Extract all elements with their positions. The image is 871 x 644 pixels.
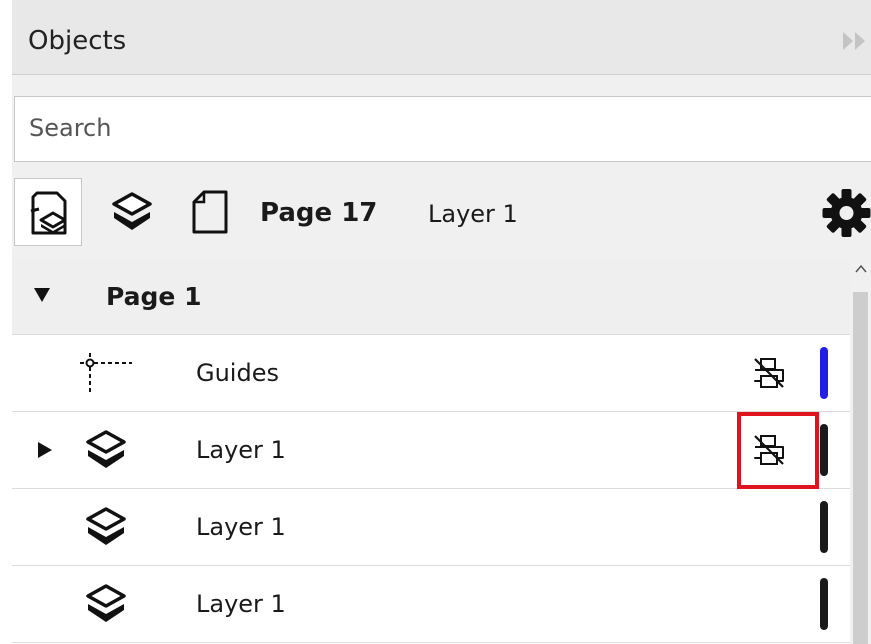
row-label: Guides [196,359,279,387]
gear-icon[interactable] [820,187,871,241]
tree-row-layer[interactable]: Layer 1 [12,566,850,643]
current-page-label: Page 17 [260,198,378,228]
collapsed-arrow-icon[interactable] [38,442,52,458]
objects-panel: Objects P [12,0,871,644]
search-input[interactable] [27,113,851,143]
layer-color-bar [820,578,828,630]
layer-color-bar [820,501,828,553]
expanded-arrow-icon[interactable] [34,288,50,302]
layers-icon [112,192,152,230]
tree-row-layer[interactable]: Layer 1 [12,489,850,566]
layer-color-bar [820,424,828,476]
page-view-button[interactable] [176,178,244,246]
row-label: Layer 1 [196,436,286,464]
tree-row-layer[interactable]: Layer 1 [12,412,850,489]
panel-title: Objects [28,26,127,56]
page-icon [192,190,228,234]
current-layer-label: Layer 1 [428,200,518,228]
highlight-box [737,412,819,489]
layer-icon [86,507,126,545]
vertical-scrollbar[interactable] [850,258,871,644]
tree-page-row[interactable]: Page 1 [12,258,850,335]
layers-view-button[interactable] [98,178,166,246]
tree-row-guides[interactable]: Guides [12,335,850,412]
scroll-up-icon[interactable] [854,262,868,276]
guides-icon [80,353,132,393]
search-box[interactable] [14,96,871,162]
expand-panel-icon[interactable] [843,30,869,52]
row-label: Layer 1 [196,590,286,618]
guides-color-bar [820,347,828,399]
page-layers-icon [30,191,67,235]
layer-icon [86,584,126,622]
print-disabled-icon[interactable] [752,356,786,390]
object-tree: Page 1 Guides Layer 1 Layer 1 Layer 1 [12,258,850,644]
objects-toolbar: Page 17 Layer 1 [12,170,871,256]
page-label: Page 1 [106,282,202,311]
page-layers-view-button[interactable] [14,178,82,246]
row-label: Layer 1 [196,513,286,541]
layer-icon [86,430,126,468]
scrollbar-thumb[interactable] [853,292,868,644]
panel-titlebar: Objects [12,0,871,75]
